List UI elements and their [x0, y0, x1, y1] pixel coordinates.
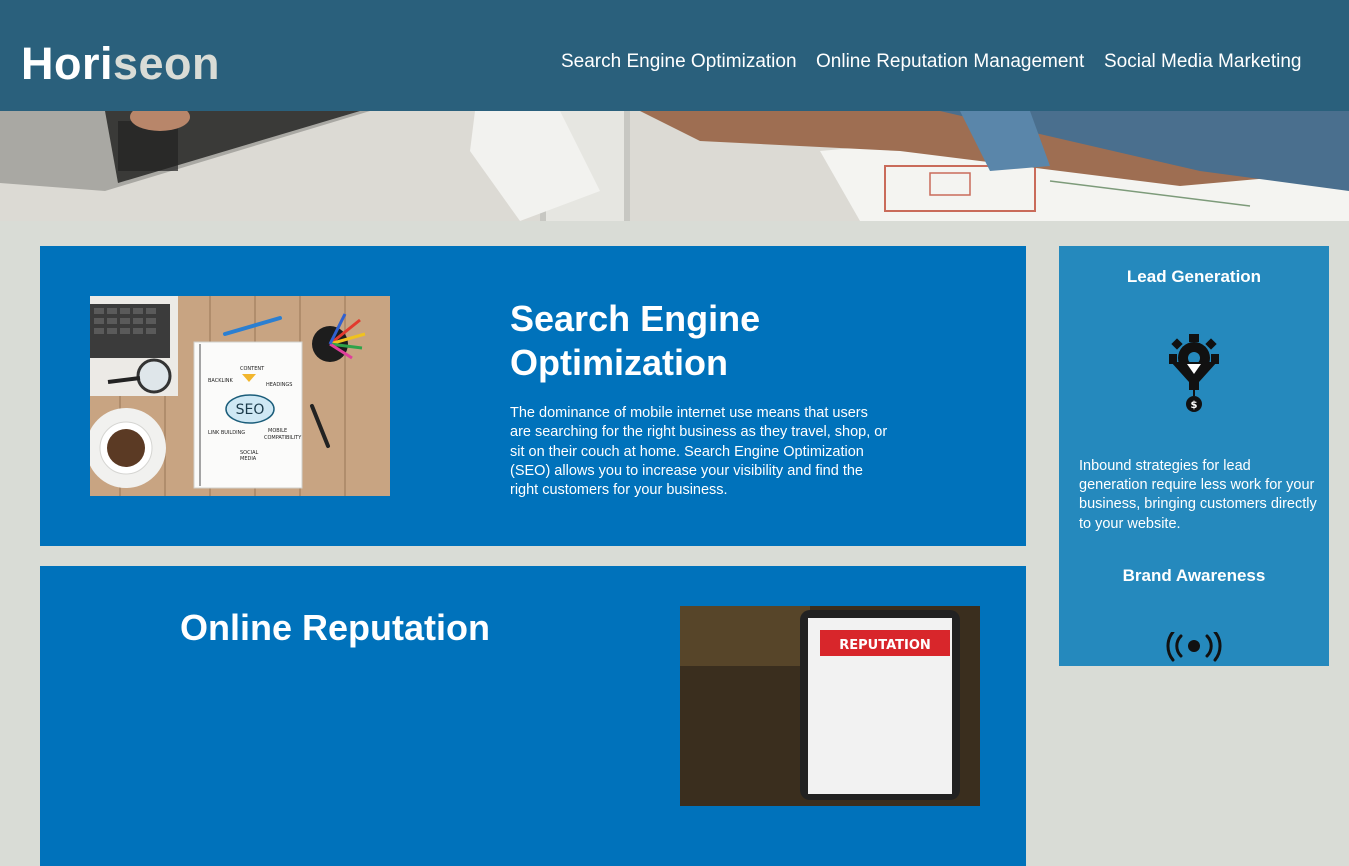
seo-image-content-label: CONTENT	[240, 366, 265, 372]
seo-image-media-label: MEDIA	[240, 456, 257, 462]
lead-generation-funnel-icon: $	[1159, 332, 1229, 412]
seo-image-link-building-label: LINK BUILDING	[208, 430, 245, 436]
logo[interactable]: Horiseon	[21, 36, 220, 92]
main-nav: Search Engine Optimization Online Reputa…	[561, 50, 1301, 74]
orm-image: REPUTATION	[680, 606, 980, 806]
brand-awareness-title: Brand Awareness	[1122, 566, 1266, 585]
seo-image-backlink-label: BACKLINK	[208, 378, 234, 384]
brand-awareness-broadcast-icon	[1159, 630, 1229, 712]
svg-text:$: $	[1191, 400, 1198, 411]
orm-image-label: REPUTATION	[839, 638, 931, 653]
orm-card: Online Reputation REPUTATION	[40, 566, 1026, 866]
orm-title: Online Reputation	[180, 607, 490, 648]
seo-image-mobile-label: MOBILE	[268, 428, 287, 434]
seo-image-compatibility-label: COMPATIBILITY	[264, 435, 302, 441]
seo-text: The dominance of mobile internet use mea…	[510, 405, 888, 499]
lead-generation-text: Inbound strategies for lead generation r…	[1079, 458, 1317, 532]
seo-image-center-label: SEO	[236, 402, 265, 418]
hero-banner-image	[0, 111, 1349, 221]
seo-card: SEO CONTENT BACKLINK HEADINGS LINK BUILD…	[40, 246, 1026, 546]
lead-generation-title: Lead Generation	[1126, 267, 1262, 286]
seo-title: Search Engine Optimization	[510, 298, 761, 383]
logo-hori: Hori	[21, 38, 113, 89]
nav-link-orm[interactable]: Online Reputation Management	[816, 50, 1084, 74]
logo-seon: seon	[113, 38, 221, 89]
seo-image-headings-label: HEADINGS	[266, 382, 292, 388]
site-header: Horiseon Search Engine Optimization Onli…	[0, 0, 1349, 111]
sidebar: Lead Generation $ Inbound strategies for…	[1059, 246, 1329, 666]
seo-image: SEO CONTENT BACKLINK HEADINGS LINK BUILD…	[90, 296, 390, 496]
nav-link-smm[interactable]: Social Media Marketing	[1104, 50, 1301, 74]
nav-link-seo[interactable]: Search Engine Optimization	[561, 50, 797, 74]
